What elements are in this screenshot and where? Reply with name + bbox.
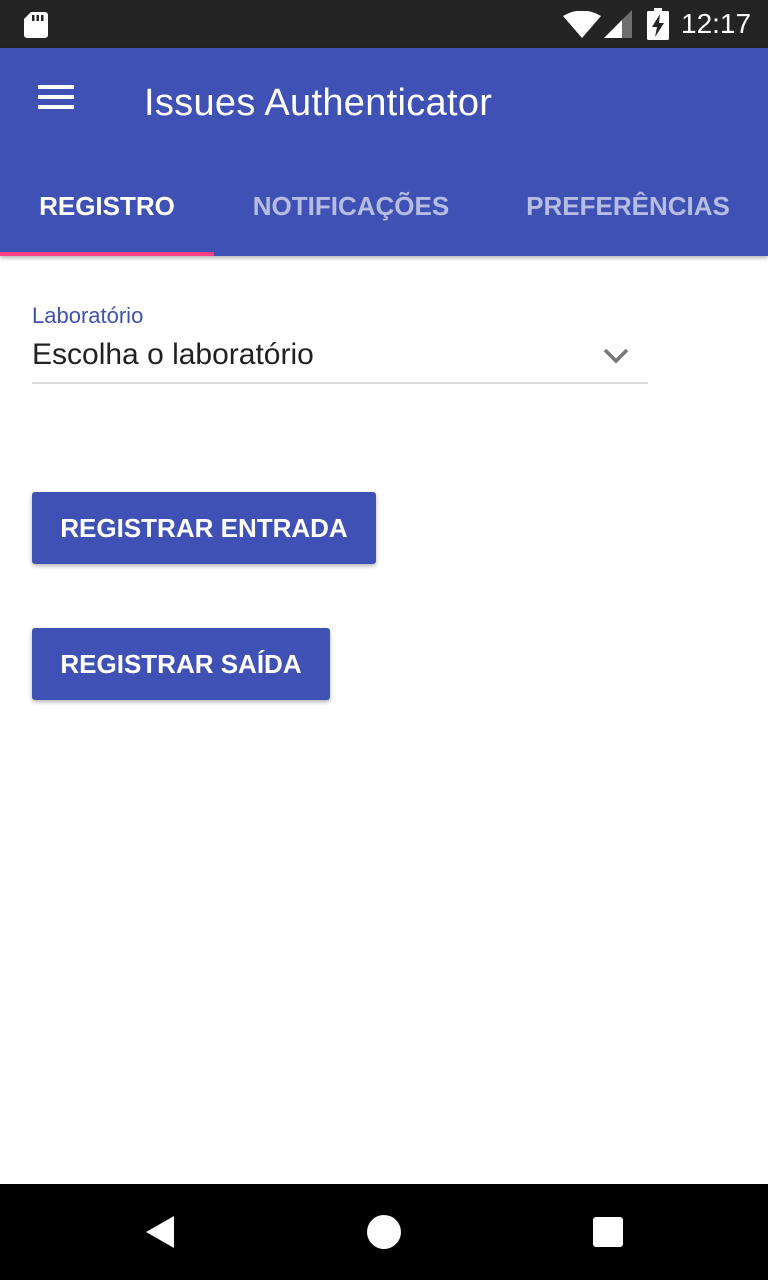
tab-notificacoes[interactable]: NOTIFICAÇÕES xyxy=(214,160,488,256)
tab-bar: REGISTRO NOTIFICAÇÕES PREFERÊNCIAS xyxy=(0,160,768,256)
back-icon[interactable] xyxy=(142,1214,178,1250)
status-bar: 12:17 xyxy=(0,0,768,48)
cell-signal-icon xyxy=(604,10,632,38)
chevron-down-icon xyxy=(603,348,629,364)
status-time: 12:17 xyxy=(681,8,752,39)
laboratorio-label: Laboratório xyxy=(32,303,144,328)
registrar-entrada-button[interactable]: REGISTRAR ENTRADA xyxy=(32,492,376,564)
home-icon[interactable] xyxy=(367,1215,401,1249)
battery-charging-icon xyxy=(647,8,669,40)
registrar-saida-button[interactable]: REGISTRAR SAÍDA xyxy=(32,628,330,700)
sd-card-icon xyxy=(24,12,48,38)
app-bar: Issues Authenticator REGISTRO NOTIFICAÇÕ… xyxy=(0,48,768,256)
laboratorio-selected-value: Escolha o laboratório xyxy=(32,338,314,371)
laboratorio-dropdown[interactable]: Escolha o laboratório xyxy=(32,332,648,384)
tab-indicator xyxy=(0,252,214,256)
hamburger-menu-icon[interactable] xyxy=(28,76,84,120)
wifi-icon xyxy=(563,11,601,38)
app-title: Issues Authenticator xyxy=(144,82,493,124)
recents-icon[interactable] xyxy=(593,1217,623,1247)
tab-preferencias[interactable]: PREFERÊNCIAS xyxy=(488,160,768,256)
navigation-bar xyxy=(0,1184,768,1280)
tab-registro[interactable]: REGISTRO xyxy=(0,160,214,256)
